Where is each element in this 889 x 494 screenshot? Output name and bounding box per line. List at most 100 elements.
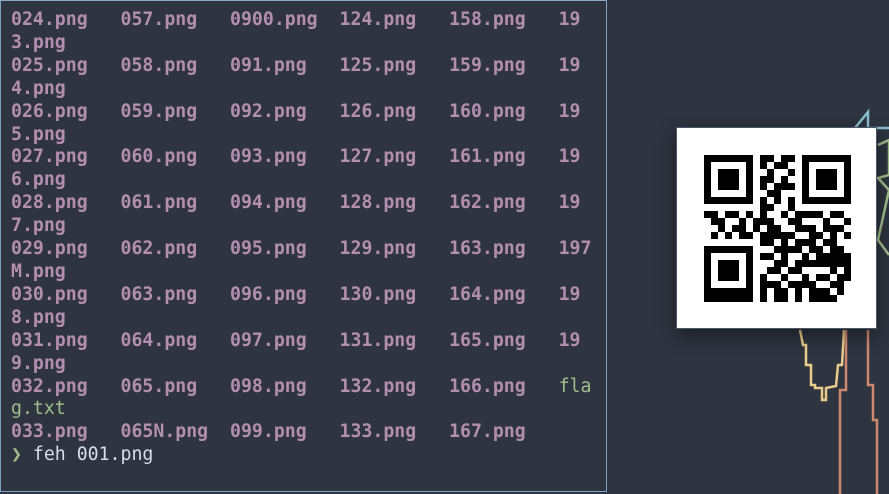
qr-module [774, 281, 781, 288]
qr-module [788, 155, 795, 162]
file-entry: 167.png [449, 421, 526, 443]
qr-module [725, 267, 732, 274]
qr-module [823, 288, 830, 295]
qr-module [809, 260, 816, 267]
qr-module [802, 260, 809, 267]
qr-module [781, 288, 788, 295]
file-entry: 092.png [230, 100, 307, 122]
qr-module [760, 162, 767, 169]
qr-module [746, 232, 753, 239]
qr-module [739, 197, 746, 204]
qr-module [795, 260, 802, 267]
qr-module [781, 162, 788, 169]
qr-module [795, 281, 802, 288]
qr-module [704, 197, 711, 204]
qr-module [774, 232, 781, 239]
file-entry: 158.png [449, 9, 526, 30]
qr-module [802, 274, 809, 281]
qr-module [767, 267, 774, 274]
file-entry: 124.png [339, 9, 417, 30]
qr-module [767, 176, 774, 183]
qr-module [837, 155, 844, 162]
qr-module [760, 253, 767, 260]
qr-module [739, 295, 746, 302]
terminal-window[interactable]: 024.png 057.png 0900.png 124.png 158.png… [0, 0, 607, 492]
qr-module [753, 225, 760, 232]
file-entry: 165.png [449, 329, 526, 351]
qr-module [844, 176, 851, 183]
command-prompt-line[interactable]: ❯ feh 001.png [11, 444, 153, 467]
qr-module [767, 155, 774, 162]
qr-module [746, 267, 753, 274]
qr-module [704, 183, 711, 190]
qr-module [704, 267, 711, 274]
qr-module [844, 232, 851, 239]
qr-module [795, 267, 802, 274]
qr-module [718, 176, 725, 183]
qr-module [837, 197, 844, 204]
file-entry: 098.png [230, 375, 307, 397]
file-entry: 163.png [449, 238, 526, 260]
qr-module [718, 260, 725, 267]
qr-module [767, 190, 774, 197]
qr-module [718, 246, 725, 253]
qr-module [802, 169, 809, 176]
qr-module [844, 197, 851, 204]
qr-module [809, 225, 816, 232]
qr-module [725, 288, 732, 295]
qr-module [830, 267, 837, 274]
graph-line-orange-2 [866, 330, 879, 494]
qr-module [760, 211, 767, 218]
qr-module [816, 197, 823, 204]
qr-module [725, 211, 732, 218]
qr-module [830, 253, 837, 260]
qr-module [725, 260, 732, 267]
qr-module [809, 295, 816, 302]
file-listing: 024.png 057.png 0900.png 124.png 158.png… [11, 9, 602, 444]
file-entry: 030.png [11, 283, 88, 305]
qr-module [704, 281, 711, 288]
qr-module [711, 211, 718, 218]
file-entry: 026.png [11, 100, 88, 122]
qr-module [746, 253, 753, 260]
qr-module [788, 246, 795, 253]
qr-module [725, 295, 732, 302]
qr-module [774, 260, 781, 267]
qr-module [711, 295, 718, 302]
qr-module [725, 274, 732, 281]
file-entry: 060.png [120, 146, 198, 168]
qr-module [746, 211, 753, 218]
feh-image-viewer-window[interactable] [676, 127, 877, 329]
file-entry: 064.png [120, 329, 198, 351]
file-entry: 127.png [339, 146, 417, 168]
qr-module [732, 155, 739, 162]
qr-module [823, 218, 830, 225]
qr-module [802, 211, 809, 218]
qr-module [823, 183, 830, 190]
qr-module [704, 169, 711, 176]
qr-module [704, 260, 711, 267]
file-entry: 161.png [449, 146, 526, 168]
file-entry: 057.png [120, 9, 198, 30]
qr-module [795, 288, 802, 295]
qr-module [830, 239, 837, 246]
qr-module [746, 288, 753, 295]
qr-module [816, 169, 823, 176]
qr-module [802, 239, 809, 246]
qr-module [767, 169, 774, 176]
qr-module [809, 197, 816, 204]
qr-module [718, 183, 725, 190]
prompt-arrow-icon: ❯ [11, 444, 22, 465]
file-entry: 025.png [11, 54, 88, 76]
qr-module [746, 162, 753, 169]
qr-module [711, 218, 718, 225]
qr-module [774, 295, 781, 302]
qr-module [844, 183, 851, 190]
qr-module [732, 169, 739, 176]
qr-module [788, 232, 795, 239]
qr-module [704, 246, 711, 253]
qr-module [844, 162, 851, 169]
qr-module [816, 253, 823, 260]
graph-line-green [875, 138, 889, 256]
qr-module [704, 295, 711, 302]
